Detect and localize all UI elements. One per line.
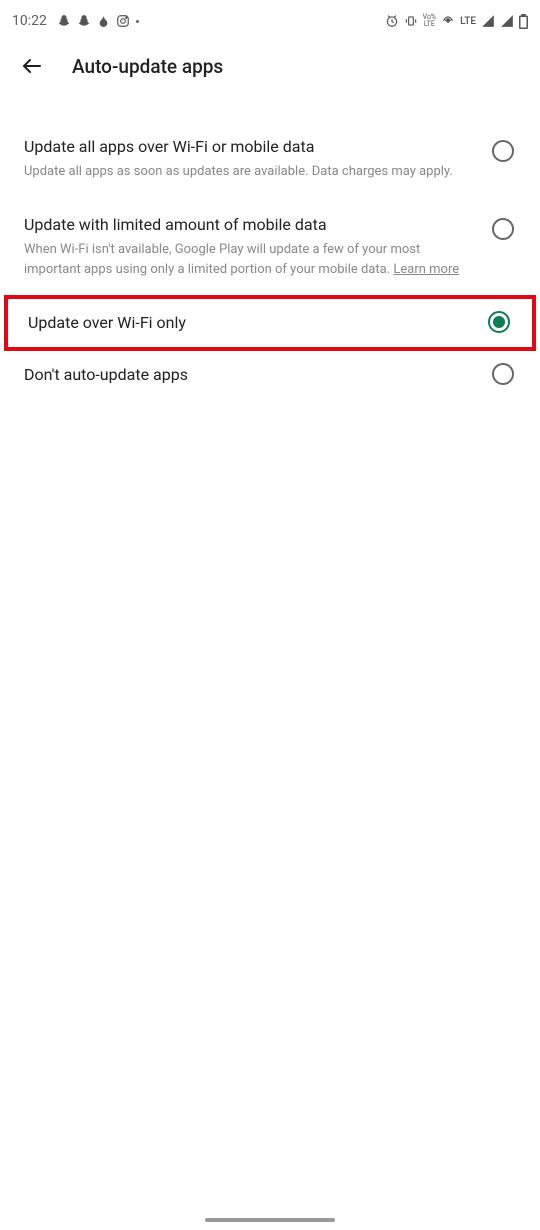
- option-update-all[interactable]: Update all apps over Wi-Fi or mobile dat…: [0, 120, 540, 198]
- snapchat-icon-2: [77, 14, 91, 28]
- header: Auto-update apps: [0, 40, 540, 92]
- option-limited-data[interactable]: Update with limited amount of mobile dat…: [0, 198, 540, 295]
- option-title: Update over Wi-Fi only: [28, 312, 464, 334]
- status-time: 10:22: [12, 13, 47, 29]
- radio-button-selected[interactable]: [488, 311, 512, 335]
- volte-icon: Vo%LTE: [423, 14, 436, 28]
- learn-more-link[interactable]: Learn more: [393, 262, 459, 277]
- notification-dot-icon: [136, 20, 139, 23]
- radio-button[interactable]: [492, 140, 516, 164]
- option-dont-update[interactable]: Don't auto-update apps: [0, 351, 540, 399]
- back-button[interactable]: [20, 54, 44, 78]
- option-subtitle: When Wi-Fi isn't available, Google Play …: [24, 240, 468, 279]
- option-title: Update all apps over Wi-Fi or mobile dat…: [24, 136, 468, 158]
- status-bar-right: Vo%LTE LTE: [385, 14, 528, 29]
- option-text: Don't auto-update apps: [24, 364, 468, 386]
- radio-button[interactable]: [492, 363, 516, 387]
- signal-icon: [481, 14, 495, 28]
- navigation-handle[interactable]: [205, 1218, 335, 1222]
- option-title: Don't auto-update apps: [24, 364, 468, 386]
- option-text: Update with limited amount of mobile dat…: [24, 214, 468, 279]
- option-text: Update all apps over Wi-Fi or mobile dat…: [24, 136, 468, 182]
- option-subtitle: Update all apps as soon as updates are a…: [24, 162, 468, 182]
- signal-icon-2: [500, 14, 514, 28]
- flame-icon: [97, 15, 110, 28]
- option-text: Update over Wi-Fi only: [28, 312, 464, 334]
- option-title: Update with limited amount of mobile dat…: [24, 214, 468, 236]
- battery-icon: [519, 14, 528, 29]
- instagram-icon: [116, 14, 130, 28]
- option-subtitle-text: When Wi-Fi isn't available, Google Play …: [24, 242, 420, 277]
- vibrate-icon: [404, 14, 418, 28]
- option-wifi-only[interactable]: Update over Wi-Fi only: [4, 295, 536, 351]
- hotspot-icon: [441, 14, 455, 28]
- lte-label: LTE: [460, 16, 476, 27]
- alarm-icon: [385, 14, 399, 28]
- radio-button[interactable]: [492, 218, 516, 242]
- options-list: Update all apps over Wi-Fi or mobile dat…: [0, 92, 540, 399]
- status-bar-left: 10:22: [12, 13, 139, 29]
- snapchat-icon: [57, 14, 71, 28]
- status-bar: 10:22 Vo%LTE LTE: [0, 0, 540, 40]
- page-title: Auto-update apps: [72, 55, 223, 78]
